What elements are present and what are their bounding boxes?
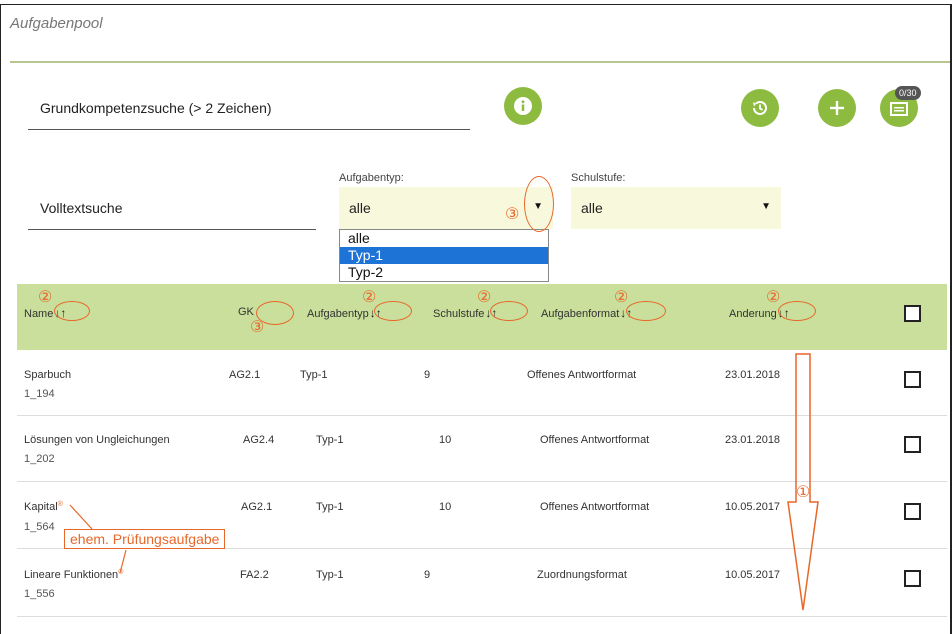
annotation-arrow-down <box>787 353 819 611</box>
former-exam-task-callout: ehem. Prüfungsaufgabe <box>64 529 226 549</box>
annotation-leader-line <box>119 549 127 574</box>
annotation-marker-1: ① <box>796 484 811 501</box>
annotation-leader-line <box>69 504 93 530</box>
